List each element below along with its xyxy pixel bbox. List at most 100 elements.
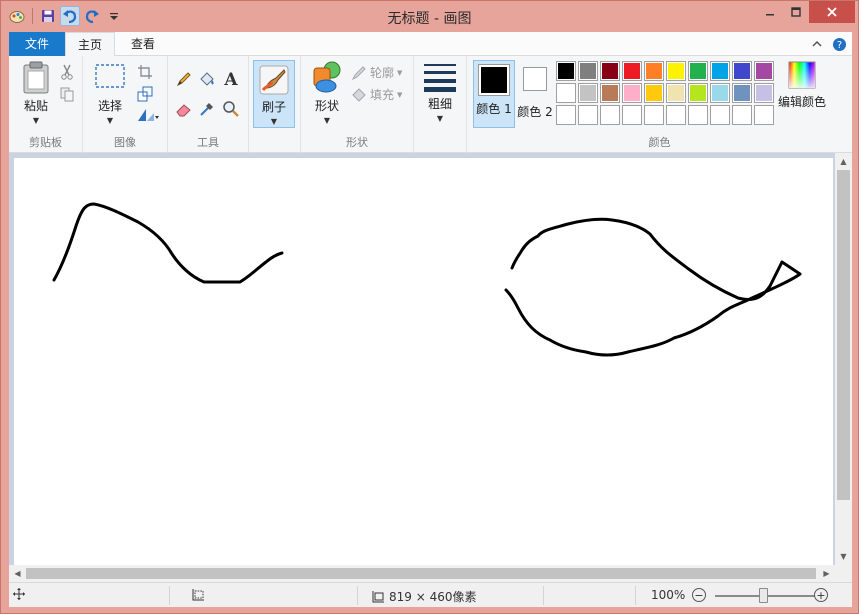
color2-button[interactable]: 颜色 2 — [517, 63, 553, 120]
stroke-fish — [504, 217, 802, 357]
palette-swatch[interactable] — [710, 61, 730, 81]
help-icon[interactable]: ? — [831, 36, 847, 52]
scroll-up-arrow-icon[interactable]: ▲ — [835, 153, 852, 170]
palette-empty-swatch[interactable] — [732, 105, 752, 125]
palette-swatch[interactable] — [578, 83, 598, 103]
shapes-button[interactable]: 形状 ▼ — [307, 60, 347, 125]
shapes-dropdown-icon: ▼ — [323, 116, 331, 125]
ribbon-tabs: 文件 主页 查看 ? — [9, 32, 852, 57]
pencil-button[interactable] — [175, 70, 193, 88]
minimize-ribbon-chevron-up-icon[interactable] — [809, 36, 825, 52]
palette-empty-swatch[interactable] — [666, 105, 686, 125]
palette-swatch-fill — [734, 63, 750, 79]
color1-button[interactable]: 颜色 1 — [473, 60, 515, 128]
palette-swatch-fill — [756, 107, 772, 123]
color2-fill — [526, 70, 544, 88]
palette-swatch[interactable] — [666, 83, 686, 103]
edit-colors-button[interactable]: 编辑颜色 — [778, 60, 827, 110]
brush-button[interactable]: 刷子 ▼ — [253, 60, 295, 128]
fill-button[interactable]: 填充 ▼ — [351, 86, 402, 103]
palette-swatch[interactable] — [754, 83, 774, 103]
paste-button[interactable]: 粘贴 ▼ — [17, 60, 55, 125]
resize-icon — [137, 86, 153, 102]
size-dropdown-icon: ▼ — [436, 114, 444, 123]
scroll-down-arrow-icon[interactable]: ▼ — [835, 548, 852, 565]
size-button[interactable]: 粗细 ▼ — [420, 60, 460, 123]
palette-empty-swatch[interactable] — [644, 105, 664, 125]
scroll-right-arrow-icon[interactable]: ▶ — [818, 565, 835, 582]
maximize-button[interactable] — [783, 1, 809, 23]
palette-swatch[interactable] — [688, 61, 708, 81]
paste-dropdown-icon: ▼ — [32, 116, 40, 125]
drawing-canvas[interactable] — [14, 158, 833, 565]
palette-swatch[interactable] — [732, 61, 752, 81]
selection-icon — [95, 64, 125, 88]
zoom-in-button[interactable]: + — [814, 588, 828, 602]
shapes-label: 形状 — [314, 99, 339, 113]
horizontal-scrollbar[interactable]: ◀ ▶ — [9, 565, 835, 582]
palette-swatch-fill — [580, 107, 596, 123]
select-label: 选择 — [97, 99, 122, 113]
vertical-scroll-thumb[interactable] — [837, 170, 850, 500]
magnifier-button[interactable] — [222, 100, 240, 118]
palette-empty-swatch[interactable] — [754, 105, 774, 125]
brush-label: 刷子 — [261, 100, 286, 114]
palette-swatch[interactable] — [688, 83, 708, 103]
canvas-size: 819 × 460像素 — [371, 588, 477, 605]
image-group-label: 图像 — [114, 136, 136, 149]
minimize-button[interactable] — [757, 1, 783, 23]
rotate-button[interactable] — [137, 108, 159, 122]
edit-colors-label: 编辑颜色 — [778, 95, 827, 109]
palette-swatch-fill — [558, 85, 574, 101]
palette-swatch[interactable] — [754, 61, 774, 81]
palette-empty-swatch[interactable] — [688, 105, 708, 125]
resize-button[interactable] — [137, 86, 153, 102]
crosshair-move-icon — [13, 588, 25, 600]
palette-swatch-fill — [756, 85, 772, 101]
palette-empty-swatch[interactable] — [710, 105, 730, 125]
select-button[interactable]: 选择 ▼ — [93, 60, 127, 125]
svg-text:?: ? — [836, 40, 841, 51]
vertical-scrollbar[interactable]: ▲ ▼ — [835, 153, 852, 565]
palette-empty-swatch[interactable] — [622, 105, 642, 125]
scissors-icon — [61, 64, 73, 80]
palette-swatch[interactable] — [644, 61, 664, 81]
clipboard-group: 粘贴 ▼ 剪贴板 — [9, 56, 83, 153]
palette-swatch[interactable] — [578, 61, 598, 81]
palette-swatch-fill — [646, 107, 662, 123]
palette-swatch[interactable] — [622, 61, 642, 81]
zoom-slider-thumb[interactable] — [759, 588, 768, 603]
canvas-drawing — [52, 202, 802, 357]
palette-swatch[interactable] — [600, 83, 620, 103]
fill-bucket-button[interactable] — [198, 70, 216, 88]
palette-swatch-fill — [690, 107, 706, 123]
tab-file[interactable]: 文件 — [9, 32, 65, 56]
palette-swatch-fill — [734, 107, 750, 123]
horizontal-scroll-thumb[interactable] — [26, 568, 816, 579]
zoom-out-button[interactable]: − — [692, 588, 706, 602]
tab-home[interactable]: 主页 — [65, 32, 115, 57]
fill-bucket-icon — [200, 72, 214, 86]
outline-button[interactable]: 轮廓 ▼ — [351, 64, 402, 81]
palette-empty-swatch[interactable] — [556, 105, 576, 125]
cut-button[interactable] — [59, 64, 75, 80]
palette-swatch[interactable] — [644, 83, 664, 103]
palette-empty-swatch[interactable] — [600, 105, 620, 125]
palette-empty-swatch[interactable] — [578, 105, 598, 125]
text-button[interactable]: A — [222, 69, 240, 87]
palette-swatch[interactable] — [666, 61, 686, 81]
palette-swatch[interactable] — [556, 83, 576, 103]
copy-icon — [60, 87, 74, 102]
palette-swatch[interactable] — [600, 61, 620, 81]
palette-swatch[interactable] — [732, 83, 752, 103]
palette-swatch[interactable] — [622, 83, 642, 103]
scroll-left-arrow-icon[interactable]: ◀ — [9, 565, 26, 582]
color-picker-button[interactable] — [198, 100, 216, 118]
palette-swatch[interactable] — [556, 61, 576, 81]
copy-button[interactable] — [59, 86, 75, 102]
crop-button[interactable] — [137, 64, 153, 80]
eraser-button[interactable] — [175, 100, 193, 118]
palette-swatch[interactable] — [710, 83, 730, 103]
close-button[interactable] — [809, 1, 855, 23]
tab-view[interactable]: 查看 — [115, 32, 171, 56]
